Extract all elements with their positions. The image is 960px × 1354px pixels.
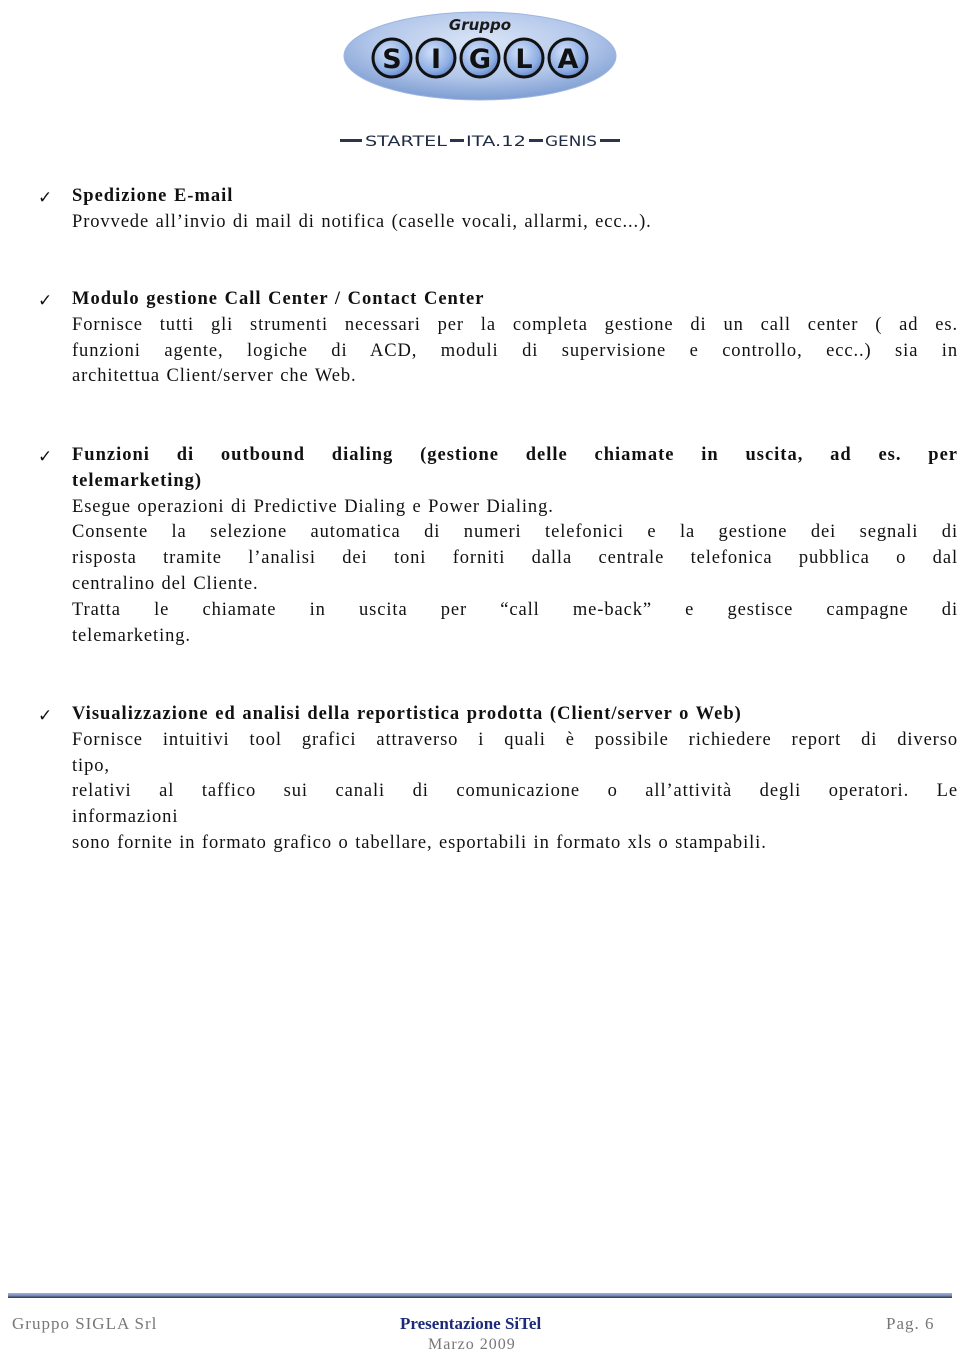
section-title: Spedizione E-mail [72,186,234,206]
section-body-line: architettua Client/server che Web. [72,366,357,387]
section-body-line: relativi al taffico sui canali di comuni… [72,781,958,802]
footer-divider [8,1293,952,1298]
company-logo: Gruppo S I G L A STARTEL ITA.12 GENIS [340,8,620,153]
section-text: Funzioni di outbound dialing (gestione d… [72,443,958,649]
section-body-line: Consente la selezione automatica di nume… [72,522,958,543]
logo-tagline: STARTEL ITA.12 GENIS [340,134,620,150]
section-title: Funzioni di outbound dialing (gestione d… [72,445,958,465]
footer-company: Gruppo SIGLA Srl [12,1314,158,1333]
section-body-line: sono fornite in formato grafico o tabell… [72,832,767,853]
section-body-line: risposta tramite l’analisi dei toni forn… [72,548,958,569]
checkmark-icon: ✓ [38,447,53,467]
checkmark-icon: ✓ [38,706,53,726]
logo-tagline-startel: STARTEL [365,134,447,150]
section-body-line: Provvede all’invio di mail di notifica (… [72,211,652,232]
checkmark-icon: ✓ [38,188,53,208]
section-body-line: Tratta le chiamate in uscita per “call m… [72,599,958,620]
section-text: Visualizzazione ed analisi della reporti… [72,702,958,857]
logo-letter-disc: L [503,37,545,79]
section-title-cont: telemarketing) [72,470,203,491]
gruppo-sigla-logo: Gruppo S I G L A STARTEL ITA.12 GENIS [340,11,620,150]
section-body-line: informazioni [72,807,179,828]
logo-letter: S [382,44,401,75]
section-body-line: centralino del Cliente. [72,573,259,594]
logo-letter-disc: I [415,37,457,79]
section-body-line: Fornisce tutti gli strumenti necessari p… [72,314,958,335]
logo-letter: I [431,44,441,75]
logo-top-text: Gruppo [449,16,511,34]
logo-letter-disc: G [459,37,501,79]
page-number: Pag. 6 [886,1314,935,1333]
section-title: Modulo gestione Call Center / Contact Ce… [72,289,485,309]
section-title: Visualizzazione ed analisi della reporti… [72,704,742,724]
section-body-line: Esegue operazioni di Predictive Dialing … [72,496,554,517]
footer-date: Marzo 2009 [428,1336,516,1353]
section-text: Spedizione E-mail Provvede all’invio di … [72,184,958,236]
logo-letter: A [558,44,579,75]
logo-tagline-ita12: ITA.12 [466,134,526,150]
section-body-line: Fornisce intuitivi tool grafici attraver… [72,729,958,750]
logo-letter-disc: A [547,37,589,79]
logo-letters: S I G L A [371,37,589,79]
section-body-line: funzioni agente, logiche di ACD, moduli … [72,340,958,361]
logo-tagline-genis: GENIS [545,134,597,150]
logo-letter: L [515,44,532,75]
section-body-line: telemarketing. [72,625,191,646]
footer-presentation-title: Presentazione SiTel [400,1314,542,1333]
section-text: Modulo gestione Call Center / Contact Ce… [72,287,958,390]
checkmark-icon: ✓ [38,291,53,311]
logo-letter-disc: S [371,37,413,79]
logo-letter: G [469,44,491,75]
section-body-line: tipo, [72,755,110,776]
